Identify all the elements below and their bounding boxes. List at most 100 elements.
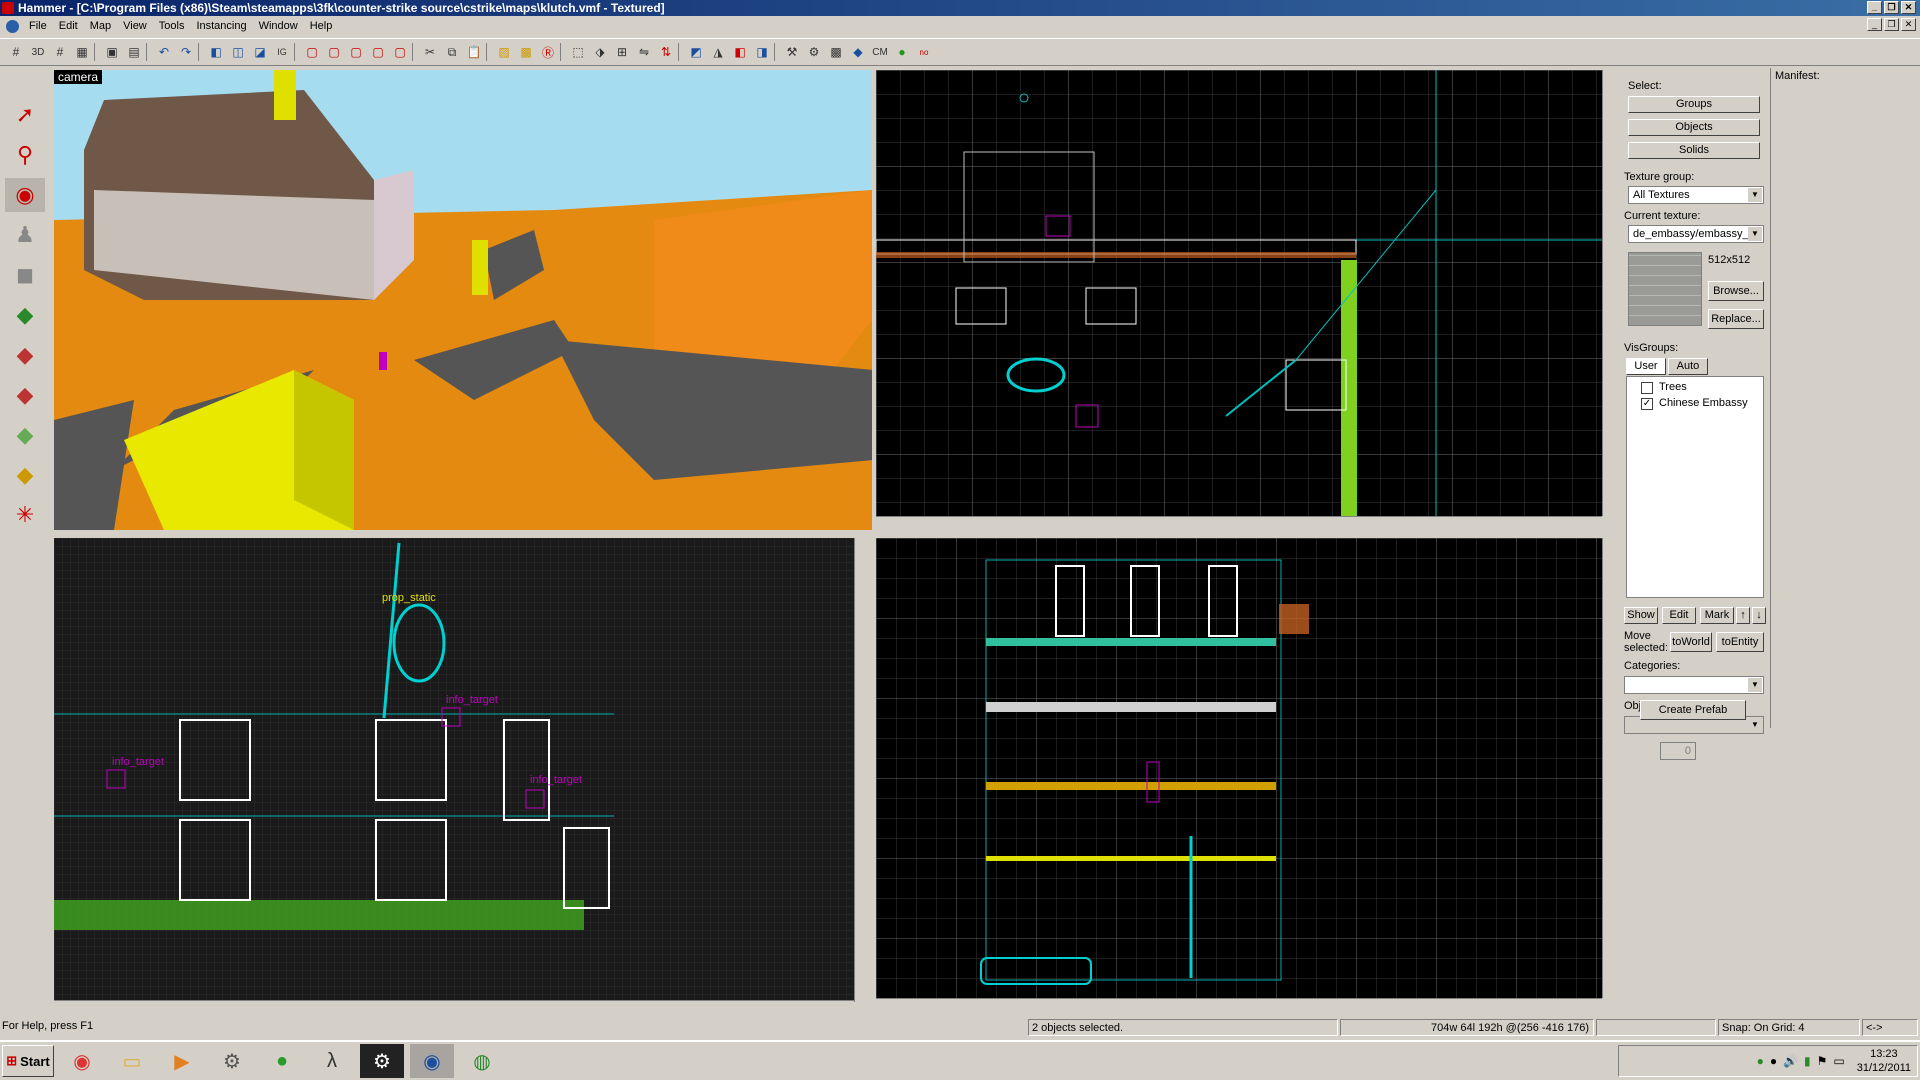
display-3-icon[interactable]: ◧	[730, 42, 750, 62]
ungroup-icon[interactable]: ▤	[124, 42, 144, 62]
front-viewport-horizontal-scrollbar[interactable]	[876, 998, 1602, 1014]
visgroup-trees-checkbox[interactable]	[1641, 382, 1653, 394]
display-icon[interactable]: ▭	[1833, 1054, 1844, 1068]
align-icon[interactable]: ⇅	[656, 42, 676, 62]
tools-icon[interactable]: ⚒	[782, 42, 802, 62]
texture-lock-icon[interactable]: ▨	[494, 42, 514, 62]
display-4-icon[interactable]: ◨	[752, 42, 772, 62]
block-tool-icon[interactable]: ◼	[5, 258, 45, 292]
spotify-icon[interactable]: ●	[260, 1044, 304, 1078]
browse-button[interactable]: Browse...	[1708, 281, 1764, 301]
side-viewport-horizontal-scrollbar[interactable]	[54, 1000, 854, 1016]
to-world-button[interactable]: toWorld	[1670, 632, 1712, 652]
visgroup-chinese-embassy-label[interactable]: Chinese Embassy	[1659, 397, 1748, 409]
chrome-icon[interactable]: ◉	[60, 1044, 104, 1078]
menu-file[interactable]: File	[23, 16, 53, 36]
3d-grid-icon[interactable]: 3D	[28, 42, 48, 62]
close-button[interactable]: ✕	[1901, 1, 1916, 14]
objects-count-field[interactable]: 0	[1660, 742, 1696, 760]
box-red-5-icon[interactable]: ▢	[390, 42, 410, 62]
visgroup-trees-label[interactable]: Trees	[1659, 381, 1687, 393]
selection-tool-icon[interactable]: ➚	[5, 98, 45, 132]
clock[interactable]: 13:23 31/12/2011	[1857, 1047, 1911, 1075]
decal-tool-icon[interactable]: ◆	[5, 378, 45, 412]
cubemap-icon[interactable]: ▩	[826, 42, 846, 62]
side-2d-viewport[interactable]: prop_static info_target info_target info…	[54, 538, 854, 1002]
grid-small-icon[interactable]: #	[50, 42, 70, 62]
to-entity-button[interactable]: toEntity	[1716, 632, 1764, 652]
copy-icon[interactable]: ⧉	[442, 42, 462, 62]
battery-icon[interactable]: ▮	[1804, 1054, 1811, 1068]
entity-tool-icon[interactable]: ♟	[5, 218, 45, 252]
overlay-tool-icon[interactable]: ◆	[5, 418, 45, 452]
categories-select[interactable]	[1624, 676, 1764, 694]
menu-instancing[interactable]: Instancing	[190, 16, 252, 36]
front-viewport-vertical-scrollbar[interactable]	[1602, 538, 1618, 998]
half-life-icon[interactable]: λ	[310, 1044, 354, 1078]
top-2d-viewport[interactable]	[876, 70, 1602, 516]
gear-icon[interactable]: ⚙	[804, 42, 824, 62]
steam-tray-icon[interactable]: ●	[1770, 1054, 1777, 1068]
steam-icon[interactable]: ⚙	[210, 1044, 254, 1078]
solids-button[interactable]: Solids	[1628, 142, 1760, 159]
hide-icon[interactable]: ⊞	[612, 42, 632, 62]
doc-restore-button[interactable]: ❐	[1884, 18, 1899, 31]
objects-button[interactable]: Objects	[1628, 119, 1760, 136]
folder-icon[interactable]: ▭	[110, 1044, 154, 1078]
minimize-button[interactable]: _	[1867, 1, 1882, 14]
side-viewport-vertical-scrollbar[interactable]	[854, 538, 870, 1002]
undo-icon[interactable]: ↶	[154, 42, 174, 62]
display-2-icon[interactable]: ◮	[708, 42, 728, 62]
magnify-tool-icon[interactable]: ⚲	[5, 138, 45, 172]
camera-viewport[interactable]: camera	[54, 70, 872, 530]
menu-map[interactable]: Map	[84, 16, 117, 36]
entity-icon[interactable]: ◆	[848, 42, 868, 62]
box-red-2-icon[interactable]: ▢	[324, 42, 344, 62]
flag-icon[interactable]: ⚑	[1817, 1054, 1828, 1068]
grid-icon[interactable]: #	[6, 42, 26, 62]
move-up-button[interactable]: ↑	[1736, 607, 1750, 624]
move-down-button[interactable]: ↓	[1752, 607, 1766, 624]
ig-icon[interactable]: IG	[272, 42, 292, 62]
texture-app-tool-icon[interactable]: ◆	[5, 298, 45, 332]
restore-button[interactable]: ❐	[1884, 1, 1899, 14]
texture-group-select[interactable]: All Textures	[1628, 186, 1764, 204]
show-button[interactable]: Show	[1624, 607, 1658, 624]
tab-auto[interactable]: Auto	[1668, 358, 1708, 375]
doc-minimize-button[interactable]: _	[1867, 18, 1882, 31]
steam-dark-icon[interactable]: ⚙	[360, 1044, 404, 1078]
run-map-icon[interactable]: ●	[892, 42, 912, 62]
menu-tools[interactable]: Tools	[153, 16, 191, 36]
menu-edit[interactable]: Edit	[53, 16, 84, 36]
vertex-tool-icon[interactable]: ✳	[5, 498, 45, 532]
cm-button[interactable]: CM	[870, 42, 890, 62]
apply-texture-tool-icon[interactable]: ◆	[5, 338, 45, 372]
vis-icon[interactable]: ◫	[228, 42, 248, 62]
create-prefab-button[interactable]: Create Prefab	[1640, 700, 1746, 720]
front-2d-viewport[interactable]	[876, 538, 1602, 998]
texture-preview-image[interactable]	[1628, 252, 1702, 326]
groups-button[interactable]: Groups	[1628, 96, 1760, 113]
menu-help[interactable]: Help	[304, 16, 339, 36]
top-viewport-horizontal-scrollbar[interactable]	[876, 516, 1602, 532]
no-draw-icon[interactable]: no	[914, 42, 934, 62]
select-icon[interactable]: ⬗	[590, 42, 610, 62]
tab-user[interactable]: User	[1626, 358, 1666, 375]
hammer-icon[interactable]: ◉	[410, 1044, 454, 1078]
edit-button[interactable]: Edit	[1662, 607, 1696, 624]
doc-close-button[interactable]: ✕	[1901, 18, 1916, 31]
paste-icon[interactable]: 📋	[464, 42, 484, 62]
hollow-icon[interactable]: ◪	[250, 42, 270, 62]
clipping-tool-icon[interactable]: ◆	[5, 458, 45, 492]
box-red-4-icon[interactable]: ▢	[368, 42, 388, 62]
box-red-1-icon[interactable]: ▢	[302, 42, 322, 62]
menu-window[interactable]: Window	[253, 16, 304, 36]
group-icon[interactable]: ▣	[102, 42, 122, 62]
record-icon[interactable]: Ⓡ	[538, 42, 558, 62]
top-viewport-vertical-scrollbar[interactable]	[1602, 70, 1618, 516]
volume-icon[interactable]: 🔊	[1783, 1054, 1798, 1068]
current-texture-select[interactable]: de_embassy/embassy_	[1628, 225, 1764, 243]
bounds-icon[interactable]: ⬚	[568, 42, 588, 62]
media-player-icon[interactable]: ▶	[160, 1044, 204, 1078]
flip-icon[interactable]: ⇋	[634, 42, 654, 62]
